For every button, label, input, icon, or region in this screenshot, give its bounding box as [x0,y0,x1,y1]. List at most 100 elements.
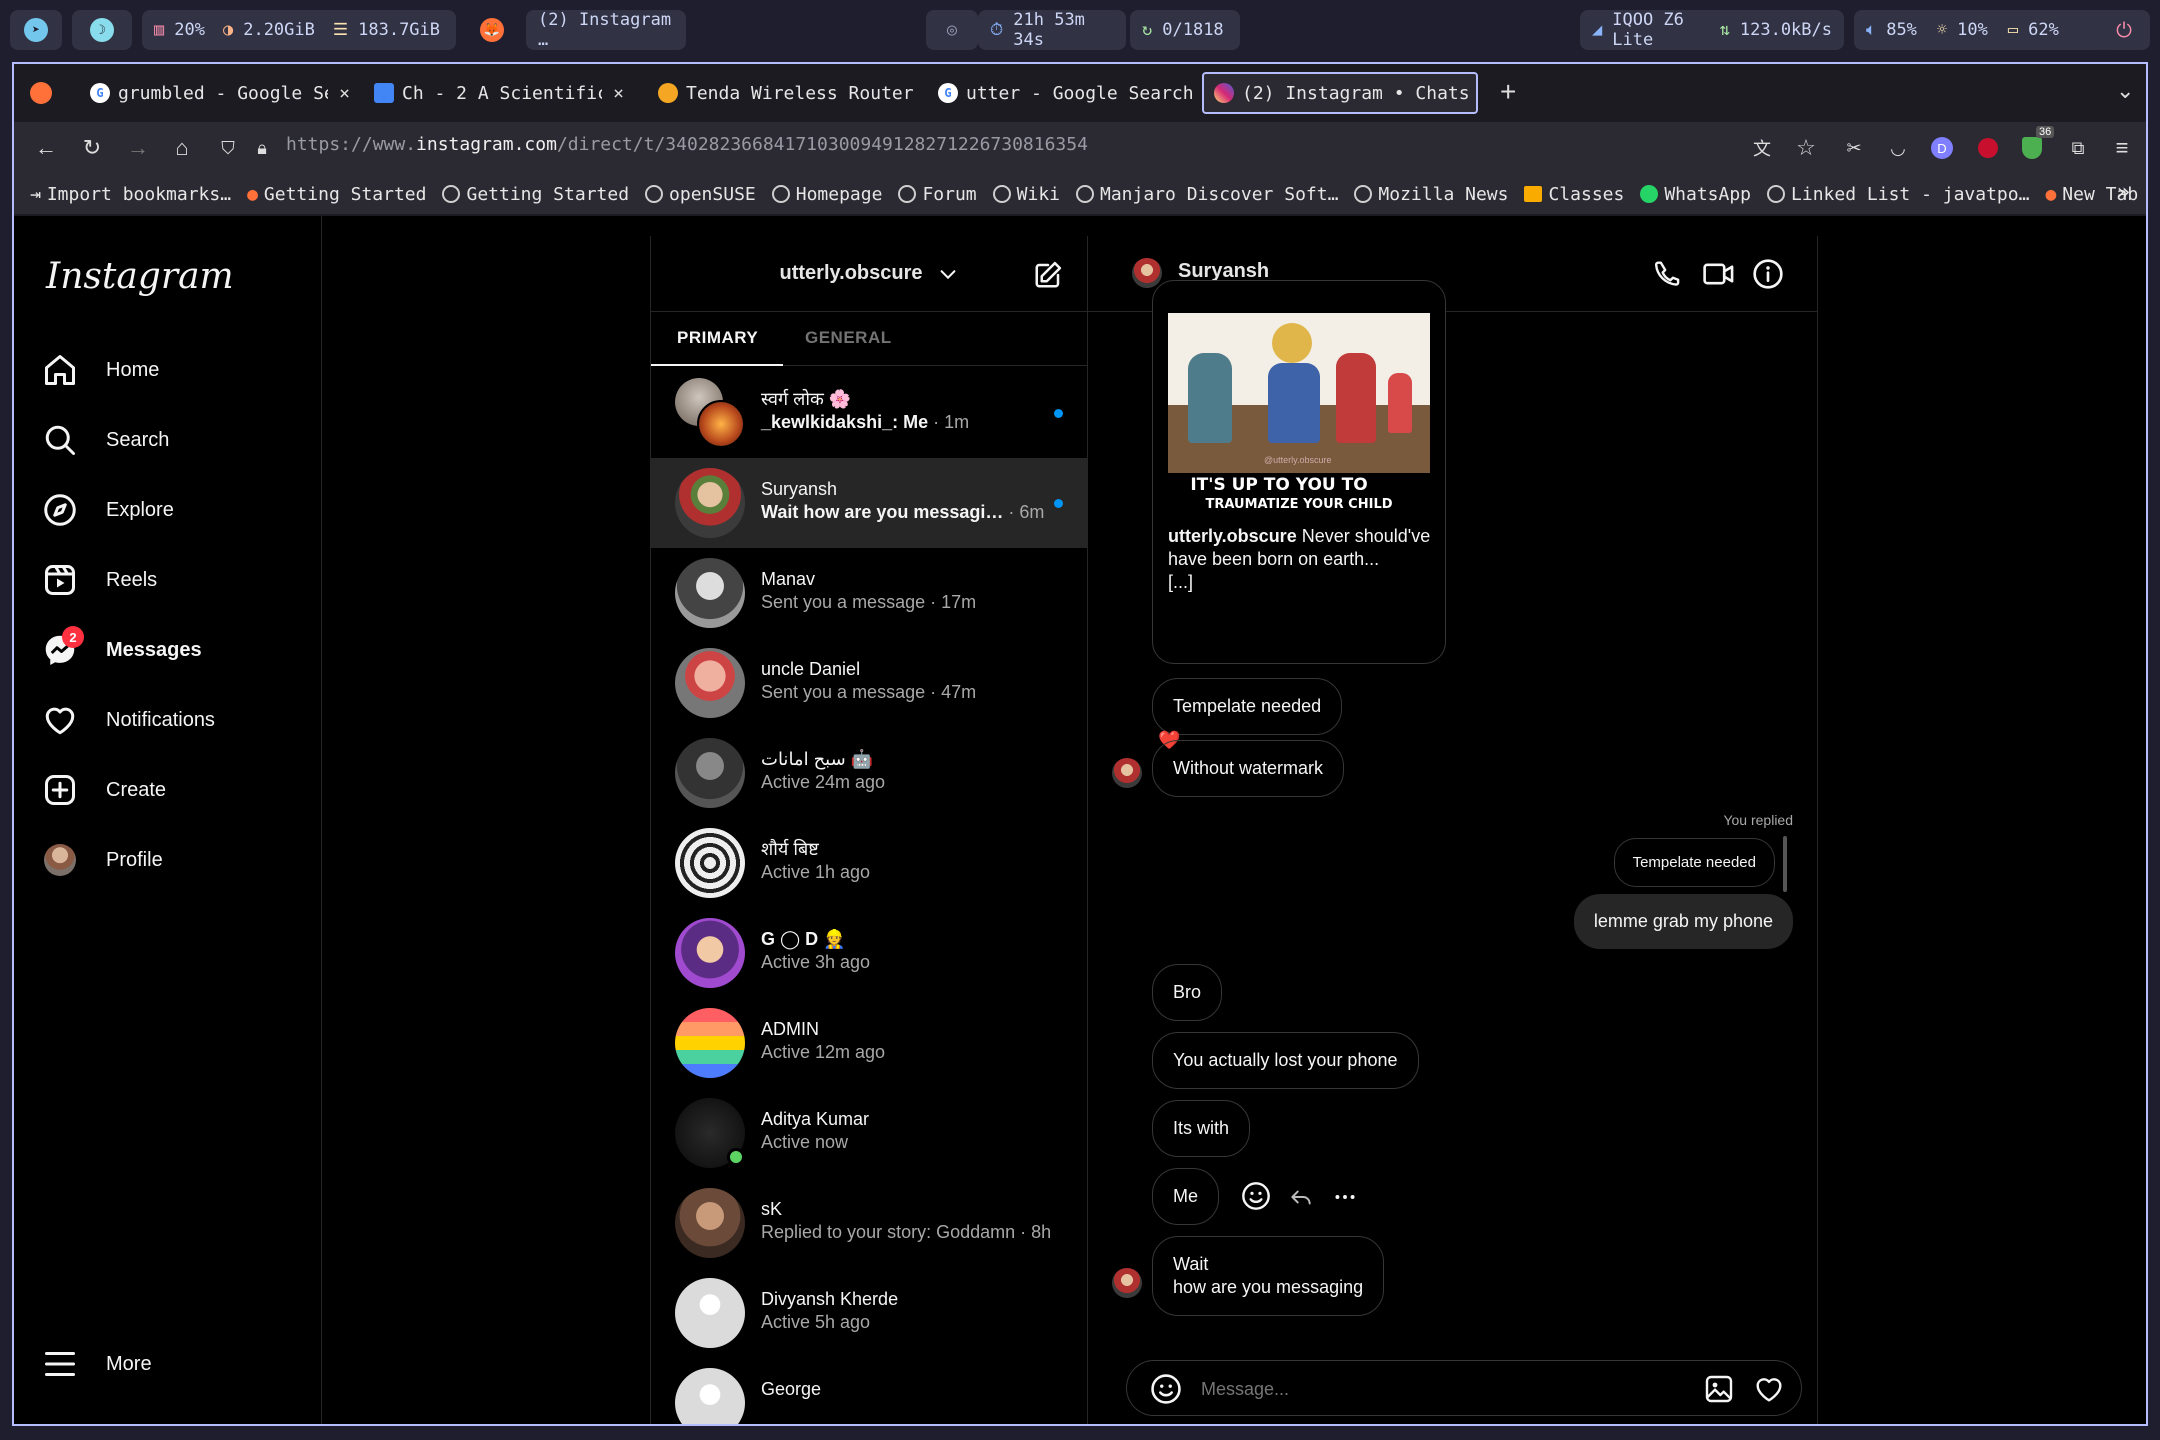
extensions-icon[interactable]: ⧉ [2064,134,2092,162]
message-input[interactable] [1201,1373,1661,1405]
tab-calculator[interactable]: Ch - 2 A Scientific Calculator × [364,72,634,114]
instagram-logo[interactable]: Instagram [46,256,234,297]
thread-item[interactable]: سبح امانات 🤖 Active 24m ago [651,728,1087,818]
thread-item[interactable]: ADMIN Active 12m ago [651,998,1087,1088]
firefox-icon[interactable]: 🦊 [466,10,518,50]
thread-item[interactable]: George [651,1358,1087,1424]
message-bubble[interactable]: Me [1152,1168,1220,1225]
reply-icon[interactable] [1288,1184,1314,1210]
home-icon [45,355,75,385]
tab-primary[interactable]: PRIMARY [677,328,758,348]
shared-post-card[interactable]: @utterly.obscure IT'S UP TO YOU TO TRAUM… [1152,280,1446,664]
menu-icon[interactable]: ≡ [2108,134,2136,162]
bookmark-wiki[interactable]: Wiki [992,184,1060,205]
reload-icon[interactable]: ↻ [78,134,106,162]
network-status[interactable]: ◢ IQOO Z6 Lite ⇅ 123.0kB/s [1580,10,1844,50]
reply-quote-bar [1783,836,1787,892]
bookmark-linked-list[interactable]: Linked List - javatpo… [1767,184,2029,205]
forward-icon[interactable]: → [124,134,152,162]
message-bubble[interactable]: You actually lost your phone [1152,1032,1419,1089]
bookmark-whatsapp[interactable]: WhatsApp [1640,184,1751,205]
video-call-icon[interactable] [1702,258,1736,290]
info-icon[interactable] [1752,258,1784,290]
thread-item[interactable]: G ◯ D 👷 Active 3h ago [651,908,1087,998]
image-icon[interactable] [1703,1373,1735,1405]
quoted-message[interactable]: Tempelate needed [1613,838,1775,887]
compose-icon[interactable] [1033,260,1063,290]
workspace-icon[interactable]: ☽ [72,10,132,50]
sidebar-item-explore[interactable]: Explore [42,480,174,540]
shield-icon[interactable]: ⛉ [214,134,242,162]
eye-off-icon[interactable]: ◎ [926,10,978,50]
tab-tenda[interactable]: Tenda Wireless Router × [648,72,918,114]
translate-icon[interactable]: 文 [1748,134,1776,162]
star-icon[interactable]: ☆ [1792,134,1820,162]
updates[interactable]: ↻ 0/1818 [1130,10,1240,50]
reels-icon [45,565,75,595]
back-icon[interactable]: ← [32,134,60,162]
message-bubble[interactable]: Wait how are you messaging [1152,1236,1385,1316]
thread-item[interactable]: Divyansh Kherde Active 5h ago [651,1268,1087,1358]
thread-item[interactable]: Manav Sent you a message · 17m [651,548,1087,638]
more-options-icon[interactable] [1332,1184,1358,1210]
screenshot-icon[interactable]: ✂ [1840,134,1868,162]
account-switcher[interactable]: utterly.obscure [780,262,959,285]
bookmark-getting-started[interactable]: ● Getting Started [247,184,426,205]
tab-general[interactable]: GENERAL [805,328,892,348]
message-bubble[interactable]: Tempelate needed [1152,678,1343,735]
sidebar-item-more[interactable]: More [42,1334,152,1394]
bookmark-homepage[interactable]: Homepage [771,184,882,205]
message-bubble[interactable]: Its with [1152,1100,1251,1157]
thread-item[interactable]: Aditya Kumar Active now [651,1088,1087,1178]
pocket-icon[interactable]: ◡ [1884,134,1912,162]
volume-icon[interactable]: 🔈︎ [1866,20,1876,40]
message-bubble-mine[interactable]: lemme grab my phone [1573,894,1793,949]
sidebar-item-messages[interactable]: 2 Messages [42,620,202,680]
heart-icon[interactable] [1753,1373,1785,1405]
phone-icon[interactable] [1652,258,1684,290]
sidebar-item-search[interactable]: Search [42,410,169,470]
adblock-icon[interactable] [1974,134,2002,162]
sidebar-item-notifications[interactable]: Notifications [42,690,215,750]
react-icon[interactable] [1240,1180,1272,1212]
chevron-down-icon[interactable]: ⌄ [2116,78,2134,104]
firefox-view-icon[interactable] [30,82,52,104]
close-tab-icon[interactable]: × [613,83,624,104]
tab-instagram[interactable]: (2) Instagram • Chats × [1202,72,1478,114]
tab-utter[interactable]: G utter - Google Search × [928,72,1198,114]
extension-shield-icon[interactable]: 36 [2018,126,2055,162]
profile-avatar[interactable]: D [1928,134,1956,162]
bookmark-opensuse[interactable]: openSUSE [645,184,756,205]
lock-icon[interactable]: 🔒︎ [248,134,276,162]
sidebar-item-reels[interactable]: Reels [42,550,157,610]
sidebar-item-profile[interactable]: Profile [42,830,163,890]
bookmark-forum[interactable]: Forum [898,184,977,205]
power-icon[interactable]: ⏻ [2098,10,2150,50]
telegram-icon[interactable]: ➤ [10,10,62,50]
bookmarks-overflow-icon[interactable]: » [2117,180,2130,205]
url-bar[interactable]: https://www.instagram.com/direct/t/34028… [286,134,1088,155]
thread-item[interactable]: uncle Daniel Sent you a message · 47m [651,638,1087,728]
contact-avatar[interactable] [1132,258,1162,288]
brightness-icon[interactable]: ☼ [1937,20,1947,40]
bookmark-manjaro[interactable]: Manjaro Discover Soft… [1076,184,1338,205]
message-bubble[interactable]: Bro [1152,964,1223,1021]
new-tab-icon[interactable]: + [1500,76,1516,108]
bookmark-mozilla-news[interactable]: Mozilla News [1354,184,1508,205]
sidebar-item-home[interactable]: Home [42,340,159,400]
timer-icon: ⏱ [990,20,1004,40]
message-bubble[interactable]: Without watermark [1152,740,1345,797]
thread-item[interactable]: sK Replied to your story: Goddamn · 8h [651,1178,1087,1268]
thread-item[interactable]: शौर्य बिष्ट Active 1h ago [651,818,1087,908]
tab-grumbled[interactable]: G grumbled - Google Search × [80,72,360,114]
thread-item[interactable]: स्वर्ग लोक 🌸 _kewlkidakshi_: Me · 1m [651,368,1087,458]
home-icon[interactable]: ⌂ [168,134,196,162]
router-icon [658,83,678,103]
bookmark-import[interactable]: ⇥ Import bookmarks… [30,184,231,205]
close-tab-icon[interactable]: × [339,83,350,104]
thread-item-selected[interactable]: Suryansh Wait how are you messagi… · 6m [651,458,1087,548]
bookmark-getting-started-2[interactable]: Getting Started [442,184,629,205]
emoji-icon[interactable] [1149,1372,1183,1406]
bookmark-classes[interactable]: Classes [1524,184,1624,205]
sidebar-item-create[interactable]: Create [42,760,166,820]
